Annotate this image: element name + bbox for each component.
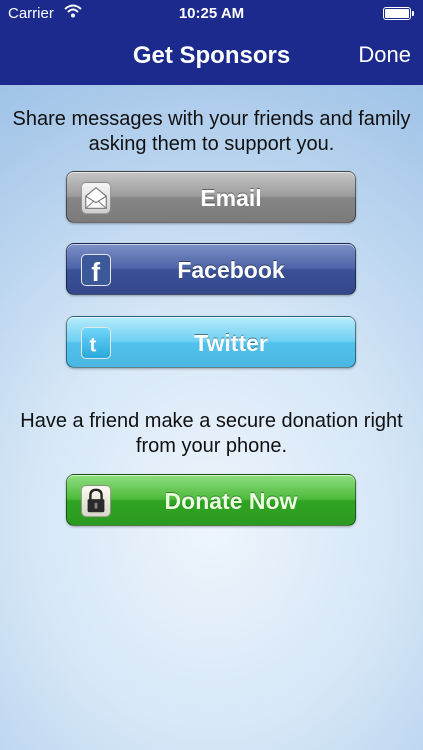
twitter-label: Twitter bbox=[194, 330, 268, 356]
navigation-bar: Get Sponsors Done bbox=[0, 28, 423, 85]
svg-text:f: f bbox=[91, 257, 100, 285]
email-button[interactable]: Email bbox=[66, 171, 356, 223]
facebook-icon: f bbox=[81, 254, 111, 286]
status-bar: Carrier 10:25 AM bbox=[0, 0, 423, 28]
status-time: 10:25 AM bbox=[178, 5, 245, 22]
envelope-icon bbox=[81, 182, 111, 214]
donate-now-button[interactable]: Donate Now bbox=[66, 474, 356, 526]
facebook-button[interactable]: f Facebook bbox=[66, 243, 356, 295]
battery-icon bbox=[383, 7, 414, 20]
done-button[interactable]: Done bbox=[358, 42, 411, 68]
svg-text:t: t bbox=[89, 333, 96, 356]
email-label: Email bbox=[200, 185, 262, 211]
facebook-label: Facebook bbox=[177, 257, 285, 283]
donate-now-label: Donate Now bbox=[164, 488, 298, 514]
lock-icon bbox=[81, 485, 111, 517]
donate-message: Have a friend make a secure donation rig… bbox=[20, 410, 403, 457]
twitter-button[interactable]: t Twitter bbox=[66, 316, 356, 368]
share-message: Share messages with your friends and fam… bbox=[12, 108, 411, 155]
twitter-icon: t bbox=[81, 327, 111, 359]
